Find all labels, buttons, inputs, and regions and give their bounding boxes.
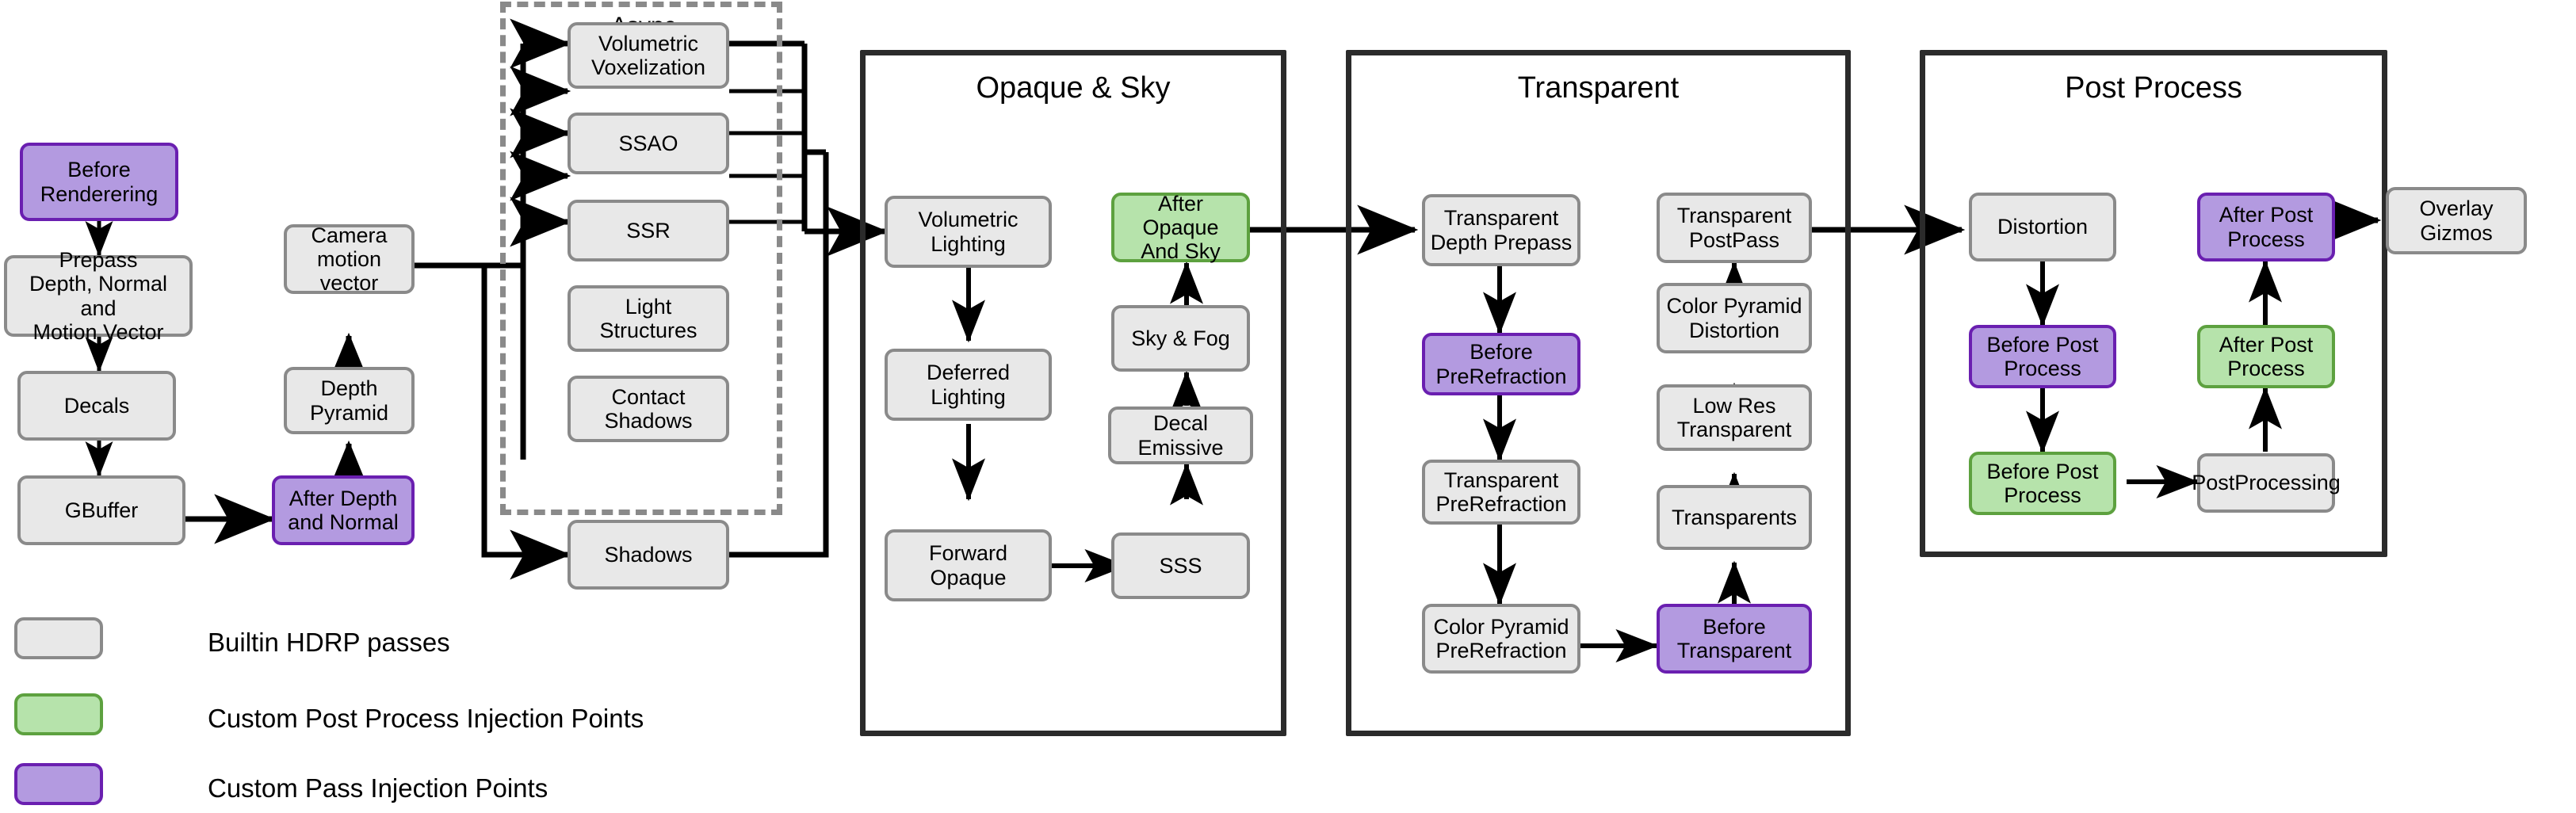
- node-before-prerefraction[interactable]: Before PreRefraction: [1422, 333, 1580, 395]
- node-deferred-lighting[interactable]: Deferred Lighting: [885, 349, 1052, 421]
- node-transparent-depth-prepass[interactable]: Transparent Depth Prepass: [1422, 194, 1580, 266]
- group-transparent-title: Transparent: [1517, 71, 1680, 105]
- group-post-process-title: Post Process: [2065, 71, 2242, 105]
- node-gbuffer[interactable]: GBuffer: [17, 475, 185, 545]
- node-depth-pyramid[interactable]: Depth Pyramid: [284, 367, 415, 434]
- node-camera-motion-vector[interactable]: Camera motion vector: [284, 223, 415, 295]
- node-after-depth-and-normal[interactable]: After Depth and Normal: [272, 475, 415, 545]
- legend-swatch-custom-post: [14, 693, 103, 735]
- node-ssr[interactable]: SSR: [568, 200, 729, 261]
- node-prepass[interactable]: Prepass Depth, Normal and Motion Vector: [4, 248, 193, 344]
- legend-swatch-builtin: [14, 617, 103, 659]
- node-before-transparent[interactable]: Before Transparent: [1657, 604, 1812, 674]
- node-low-res-transparent[interactable]: Low Res Transparent: [1657, 384, 1812, 451]
- node-after-post-process-pass[interactable]: After Post Process: [2197, 193, 2335, 261]
- node-volumetric-lighting[interactable]: Volumetric Lighting: [885, 196, 1052, 268]
- node-overlay-gizmos[interactable]: Overlay Gizmos: [2386, 187, 2527, 254]
- node-transparents[interactable]: Transparents: [1657, 485, 1812, 550]
- node-before-post-process-pass[interactable]: Before Post Process: [1969, 325, 2116, 388]
- node-sss[interactable]: SSS: [1111, 532, 1250, 599]
- node-after-opaque-and-sky[interactable]: After Opaque And Sky: [1111, 192, 1250, 263]
- node-decal-emissive[interactable]: Decal Emissive: [1108, 406, 1253, 464]
- node-color-pyramid-prerefraction[interactable]: Color Pyramid PreRefraction: [1422, 604, 1580, 674]
- node-volumetric-voxelization[interactable]: Volumetric Voxelization: [568, 22, 729, 89]
- node-ssao[interactable]: SSAO: [568, 113, 729, 174]
- group-opaque-sky-title: Opaque & Sky: [976, 71, 1171, 105]
- node-light-structures[interactable]: Light Structures: [568, 285, 729, 352]
- node-contact-shadows[interactable]: Contact Shadows: [568, 376, 729, 442]
- node-postprocessing[interactable]: PostProcessing: [2192, 453, 2341, 513]
- node-forward-opaque[interactable]: Forward Opaque: [885, 529, 1052, 601]
- legend-swatch-custom-pass: [14, 763, 103, 805]
- legend-label-builtin: Builtin HDRP passes: [208, 628, 450, 657]
- legend-label-custom-post: Custom Post Process Injection Points: [208, 704, 644, 733]
- node-shadows[interactable]: Shadows: [568, 520, 729, 590]
- diagram-canvas: Async Opaque & Sky Transparent Post Proc…: [0, 0, 2576, 813]
- node-color-pyramid-distortion[interactable]: Color Pyramid Distortion: [1657, 283, 1812, 353]
- node-before-rendering[interactable]: Before Renderering: [20, 143, 178, 221]
- node-transparent-prerefraction[interactable]: Transparent PreRefraction: [1422, 460, 1580, 525]
- node-before-post-process-ppx[interactable]: Before Post Process: [1969, 452, 2116, 515]
- node-after-post-process-ppx[interactable]: After Post Process: [2197, 325, 2335, 388]
- node-decals[interactable]: Decals: [17, 371, 176, 441]
- node-sky-and-fog[interactable]: Sky & Fog: [1111, 305, 1250, 372]
- node-distortion[interactable]: Distortion: [1969, 193, 2116, 261]
- node-transparent-postpass[interactable]: Transparent PostPass: [1657, 193, 1812, 263]
- legend-label-custom-pass: Custom Pass Injection Points: [208, 773, 548, 803]
